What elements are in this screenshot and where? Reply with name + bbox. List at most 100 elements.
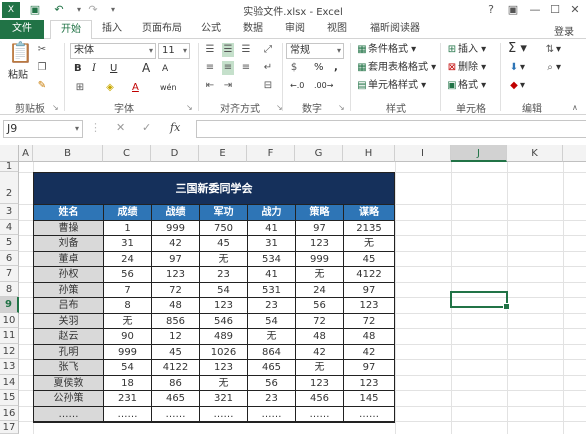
table-cell[interactable]: 534 <box>248 251 296 267</box>
shrink-font-button[interactable]: A <box>162 62 168 76</box>
font-color-button[interactable]: A <box>132 81 139 95</box>
table-cell[interactable]: 54 <box>248 313 296 329</box>
wrap-text-icon[interactable]: ↵ <box>262 61 274 75</box>
table-cell[interactable]: 23 <box>248 391 296 407</box>
autosum-icon[interactable]: Σ ▾ <box>508 42 527 56</box>
name-cell[interactable]: 董卓 <box>34 251 104 267</box>
table-cell[interactable]: 999 <box>104 344 152 360</box>
worksheet-grid[interactable]: A B C D E F G H I J K 1 2 3 4 5 6 7 8 9 … <box>0 145 586 434</box>
row-header-6[interactable]: 6 <box>0 250 19 266</box>
row-header-15[interactable]: 15 <box>0 390 19 406</box>
table-cell[interactable]: …… <box>344 407 394 422</box>
row-header-1[interactable]: 1 <box>0 162 19 172</box>
tab-formulas[interactable]: 公式 <box>196 20 226 39</box>
column-header-j[interactable]: J <box>451 145 507 162</box>
table-cell[interactable]: 18 <box>104 375 152 391</box>
help-icon[interactable]: ? <box>480 1 502 18</box>
column-header-b[interactable]: B <box>33 145 103 162</box>
name-cell[interactable]: 关羽 <box>34 313 104 329</box>
name-cell[interactable]: 夏侯敦 <box>34 375 104 391</box>
row-header-14[interactable]: 14 <box>0 374 19 390</box>
close-icon[interactable]: ✕ <box>564 1 586 18</box>
row-header-16[interactable]: 16 <box>0 405 19 421</box>
row-header-7[interactable]: 7 <box>0 266 19 282</box>
table-cell[interactable]: 23 <box>200 267 248 283</box>
name-cell[interactable]: 张飞 <box>34 360 104 376</box>
table-cell[interactable]: 97 <box>344 283 394 298</box>
table-cell[interactable]: 无 <box>200 375 248 391</box>
orientation-icon[interactable]: ⤢ <box>262 43 274 57</box>
row-header-10[interactable]: 10 <box>0 312 19 328</box>
sort-filter-icon[interactable]: ⇅ ▾ <box>544 43 561 57</box>
format-as-table-button[interactable]: ▦套用表格格式 ▾ <box>356 61 436 75</box>
column-header-h[interactable]: H <box>343 145 395 162</box>
accounting-format-icon[interactable]: $ <box>288 61 300 75</box>
table-cell[interactable]: 864 <box>248 344 296 360</box>
name-cell[interactable]: 孙权 <box>34 267 104 283</box>
format-cells-button[interactable]: ▣格式 ▾ <box>446 79 486 93</box>
table-cell[interactable]: 123 <box>344 298 394 314</box>
merge-center-icon[interactable]: ⊟ <box>262 79 274 93</box>
row-header-11[interactable]: 11 <box>0 328 19 344</box>
table-cell[interactable]: 45 <box>200 236 248 252</box>
delete-cells-button[interactable]: ⊠ 删除 ▾ <box>446 61 486 75</box>
find-select-icon[interactable]: ⌕ ▾ <box>544 61 561 75</box>
column-header-g[interactable]: G <box>295 145 343 162</box>
name-cell[interactable]: 公孙策 <box>34 391 104 407</box>
table-cell[interactable]: 97 <box>296 220 344 236</box>
table-cell[interactable]: 489 <box>200 329 248 345</box>
align-right-icon[interactable]: ≡ <box>240 61 252 75</box>
copy-icon[interactable]: ❐ <box>36 61 48 75</box>
row-header-17[interactable]: 17 <box>0 421 19 434</box>
row-header-3[interactable]: 3 <box>0 204 19 220</box>
tab-view[interactable]: 视图 <box>322 20 352 39</box>
table-cell[interactable]: 2135 <box>344 221 394 236</box>
tab-foxit-reader[interactable]: 福昕阅读器 <box>364 20 426 39</box>
table-cell[interactable]: 145 <box>344 391 394 407</box>
table-cell[interactable]: 86 <box>152 375 200 391</box>
table-cell[interactable]: 42 <box>344 345 394 360</box>
increase-indent-icon[interactable]: ⇥ <box>222 79 234 93</box>
table-cell[interactable]: 231 <box>104 391 152 407</box>
select-all-corner[interactable] <box>0 145 19 162</box>
decrease-decimal-icon[interactable]: .00→ <box>314 79 333 93</box>
header-record[interactable]: 战绩 <box>152 205 200 221</box>
cell-styles-button[interactable]: ▤单元格样式 ▾ <box>356 79 426 93</box>
collapse-ribbon-icon[interactable]: ∧ <box>572 101 578 115</box>
formula-input[interactable] <box>196 120 586 138</box>
table-cell[interactable]: 无 <box>248 329 296 345</box>
name-cell[interactable]: 孔明 <box>34 344 104 360</box>
table-cell[interactable]: 97 <box>152 251 200 267</box>
table-cell[interactable]: 41 <box>248 267 296 283</box>
header-merit[interactable]: 军功 <box>200 205 248 221</box>
name-box[interactable]: J9 ▾ <box>3 120 83 138</box>
number-format-select[interactable]: 常规 ▾ <box>286 43 344 59</box>
header-power[interactable]: 战力 <box>248 205 296 221</box>
column-header-e[interactable]: E <box>199 145 247 162</box>
table-cell[interactable]: 24 <box>104 251 152 267</box>
bottom-align-icon[interactable]: ☰ <box>240 43 252 57</box>
table-cell[interactable]: 7 <box>104 282 152 298</box>
name-cell[interactable]: 刘备 <box>34 236 104 252</box>
table-cell[interactable]: 无 <box>344 236 394 252</box>
conditional-formatting-button[interactable]: ▦条件格式 ▾ <box>356 43 416 57</box>
table-cell[interactable]: 45 <box>152 344 200 360</box>
insert-function-icon[interactable]: fx <box>170 121 180 134</box>
bold-button[interactable]: B <box>74 62 82 76</box>
minimize-icon[interactable]: — <box>524 1 546 18</box>
table-cell[interactable]: 97 <box>344 360 394 376</box>
column-header-k[interactable]: K <box>507 145 563 162</box>
row-header-13[interactable]: 13 <box>0 359 19 375</box>
table-cell[interactable]: 321 <box>200 391 248 407</box>
table-cell[interactable]: …… <box>152 406 200 422</box>
column-header-i[interactable]: I <box>395 145 451 162</box>
table-cell[interactable]: 无 <box>200 251 248 267</box>
name-cell[interactable]: 孙策 <box>34 282 104 298</box>
table-cell[interactable]: 465 <box>248 360 296 376</box>
table-cell[interactable]: 465 <box>152 391 200 407</box>
table-cell[interactable]: 72 <box>344 314 394 329</box>
tab-insert[interactable]: 插入 <box>96 20 128 39</box>
table-cell[interactable]: 4122 <box>344 267 394 283</box>
number-launcher-icon[interactable]: ↘ <box>338 103 345 112</box>
table-title[interactable]: 三国新委同学会 <box>34 173 394 205</box>
